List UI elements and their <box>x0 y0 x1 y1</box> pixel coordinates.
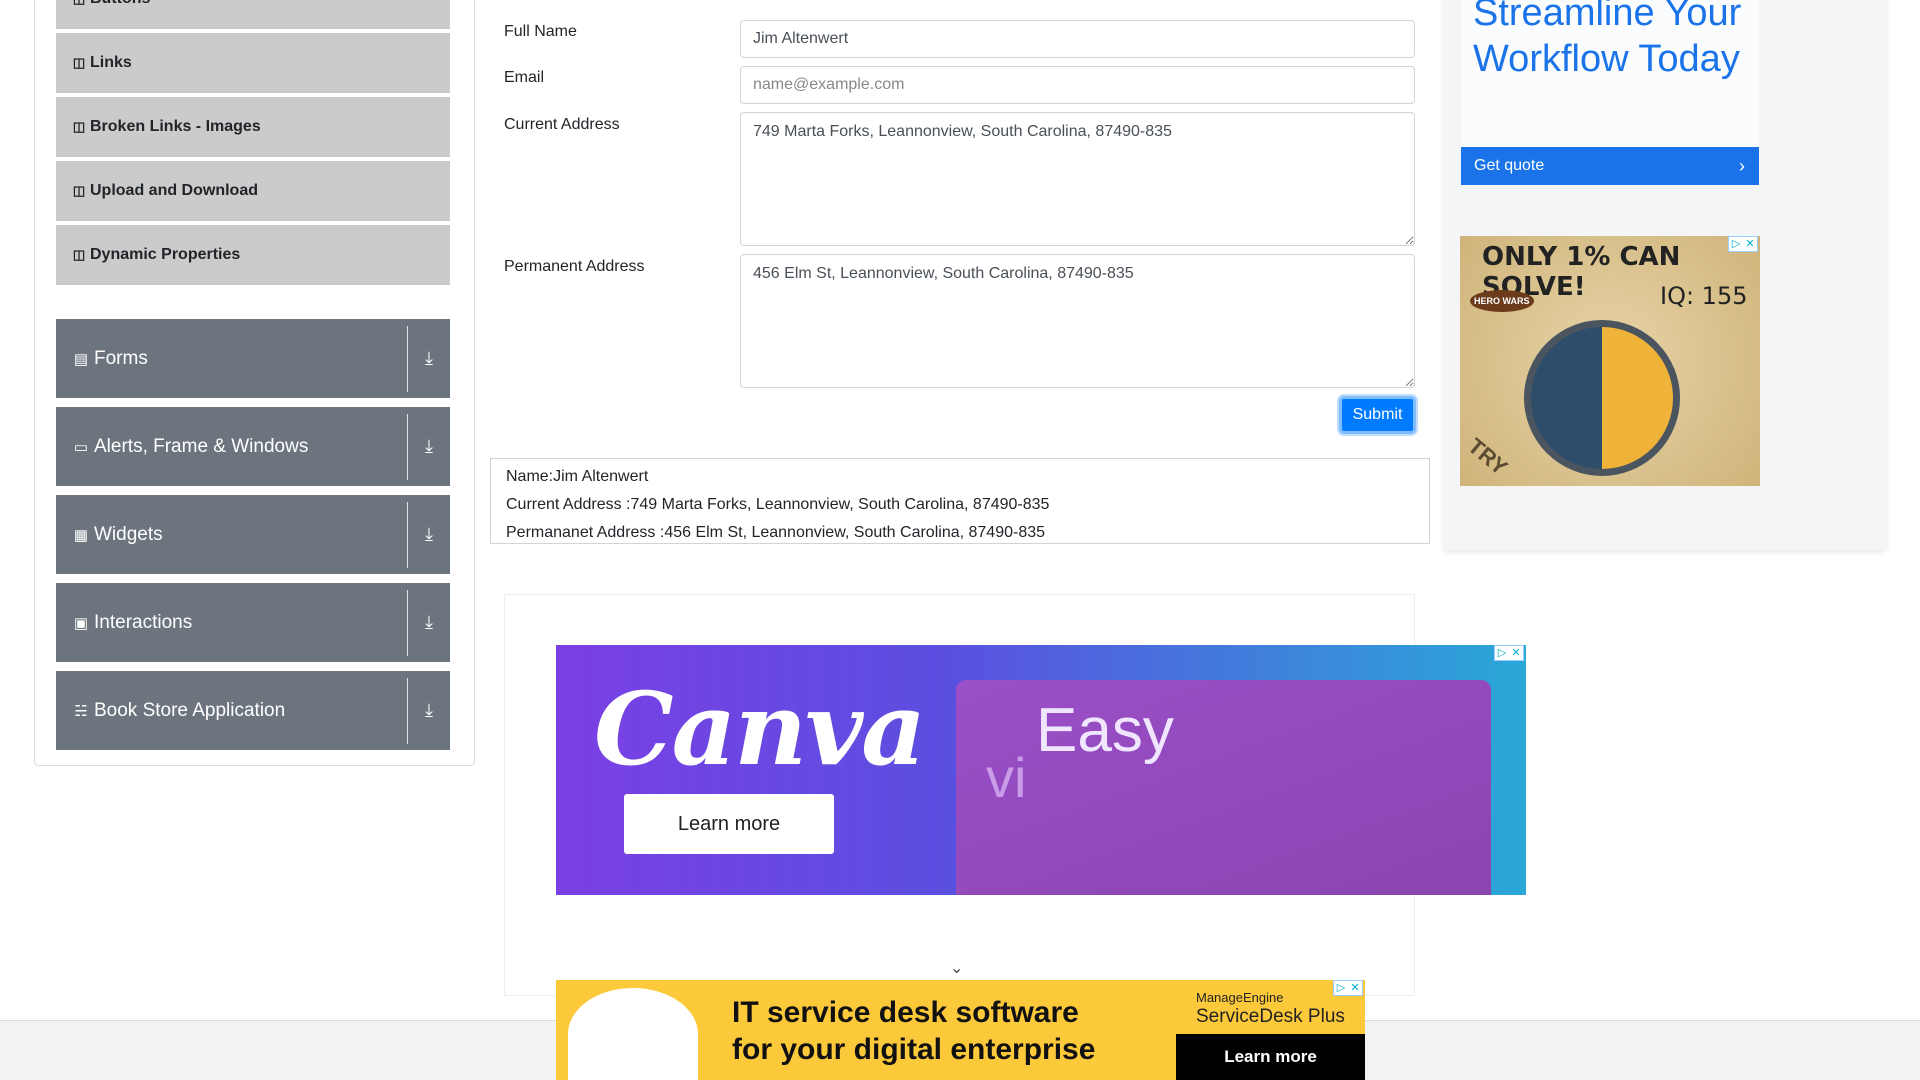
close-icon[interactable]: ✕ <box>1509 646 1523 660</box>
sidebar-item-upload-download[interactable]: ◫ Upload and Download <box>56 161 450 223</box>
submit-button[interactable]: Submit <box>1339 396 1416 434</box>
it-ad-brand: ManageEngine <box>1196 990 1284 1005</box>
sidebar-item-label: Broken Links - Images <box>90 118 261 135</box>
it-ad-headline: IT service desk software for your digita… <box>732 994 1095 1068</box>
sidebar-group-label: Widgets <box>94 523 163 545</box>
output-permanent-address: Permananet Address :456 Elm St, Leannonv… <box>506 524 1046 541</box>
chevron-right-icon: › <box>1739 156 1745 176</box>
sidebar-item-buttons[interactable]: ◫ Buttons <box>56 0 450 31</box>
ad-info-icon[interactable]: ▷ <box>1729 237 1743 251</box>
full-name-input[interactable] <box>740 20 1415 58</box>
canva-vi-text: vi <box>986 746 1027 809</box>
sidebar-item-dynamic-properties[interactable]: ◫ Dynamic Properties <box>56 225 450 287</box>
interactions-icon: ▣ <box>73 614 89 632</box>
sidebar-group-label: Book Store Application <box>94 699 286 721</box>
canva-ad[interactable]: Canva Learn more Easy vi <box>556 645 1526 895</box>
game-ad-iq: IQ: 155 <box>1660 282 1748 310</box>
ad-info-icon[interactable]: ▷ <box>1495 646 1509 660</box>
divider <box>407 501 408 568</box>
page: ◫ Buttons ◫ Links ◫ Broken Links - Image… <box>0 0 1920 1080</box>
html5-icon: ◫ <box>72 247 86 262</box>
output-name: Name:Jim Altenwert <box>506 468 649 485</box>
divider <box>407 413 408 480</box>
full-name-label: Full Name <box>504 23 577 40</box>
current-address-label: Current Address <box>504 116 620 133</box>
books-icon: ☵ <box>74 702 88 720</box>
html5-icon: ◫ <box>72 0 86 7</box>
canva-easy-text: Easy <box>1036 696 1174 765</box>
chevron-down-icon[interactable]: ⌄ <box>950 958 963 978</box>
widgets-icon: ▦ <box>73 526 89 544</box>
sidebar-group-book-store[interactable]: ☵ Book Store Application ⤓ <box>56 671 450 750</box>
permanent-address-textarea[interactable]: 456 Elm St, Leannonview, South Carolina,… <box>740 254 1415 388</box>
game-ad-try: TRY <box>1463 433 1513 481</box>
download-icon[interactable]: ⤓ <box>408 407 450 486</box>
get-quote-label: Get quote <box>1474 157 1545 174</box>
output-box: Name:Jim Altenwert Current Address :749 … <box>490 458 1430 544</box>
ad-info-icon[interactable]: ▷ <box>1334 981 1348 995</box>
sidebar-group-alerts[interactable]: ▭ Alerts, Frame & Windows ⤓ <box>56 407 450 486</box>
canva-learn-more-button[interactable]: Learn more <box>624 794 834 854</box>
it-ad-headline-line: for your digital enterprise <box>732 1033 1096 1066</box>
html5-icon: ◫ <box>72 119 86 134</box>
game-ad-logo: HERO WARS <box>1470 290 1534 312</box>
output-current-address: Current Address :749 Marta Forks, Leanno… <box>506 496 1050 513</box>
ad-illustration <box>568 988 698 1080</box>
workflow-ad[interactable]: Streamline Your Workflow Today Get quote… <box>1461 0 1759 185</box>
it-ad-product: ServiceDesk Plus <box>1196 1006 1345 1027</box>
sidebar-item-links[interactable]: ◫ Links <box>56 33 450 95</box>
close-icon[interactable]: ✕ <box>1743 237 1757 251</box>
sidebar-item-broken-links[interactable]: ◫ Broken Links - Images <box>56 97 450 159</box>
workflow-ad-title: Streamline Your Workflow Today <box>1473 0 1742 80</box>
download-icon[interactable]: ⤓ <box>408 495 450 574</box>
sidebar-group-widgets[interactable]: ▦ Widgets ⤓ <box>56 495 450 574</box>
window-icon: ▭ <box>73 438 89 456</box>
sidebar-group-forms[interactable]: ▤ Forms ⤓ <box>56 319 450 398</box>
game-ad[interactable]: ONLY 1% CAN SOLVE! IQ: 155 HERO WARS TRY <box>1460 236 1760 486</box>
divider <box>407 677 408 744</box>
sidebar: ◫ Buttons ◫ Links ◫ Broken Links - Image… <box>34 0 475 766</box>
email-label: Email <box>504 69 545 86</box>
ad-choices[interactable]: ▷ ✕ <box>1494 645 1524 661</box>
get-quote-button[interactable]: Get quote › <box>1461 147 1759 185</box>
ad-choices[interactable]: ▷ ✕ <box>1728 236 1758 252</box>
sidebar-group-interactions[interactable]: ▣ Interactions ⤓ <box>56 583 450 662</box>
download-icon[interactable]: ⤓ <box>408 671 450 750</box>
ad-choices[interactable]: ▷ ✕ <box>1333 980 1363 996</box>
permanent-address-label: Permanent Address <box>504 258 645 275</box>
download-icon[interactable]: ⤓ <box>408 583 450 662</box>
divider <box>407 325 408 392</box>
html5-icon: ◫ <box>72 55 86 70</box>
puzzle-ring-image <box>1524 320 1680 476</box>
it-ad-headline-line: IT service desk software <box>732 996 1079 1029</box>
sidebar-group-label: Forms <box>94 347 148 369</box>
sidebar-group-label: Alerts, Frame & Windows <box>94 435 309 457</box>
sidebar-item-label: Upload and Download <box>90 182 258 199</box>
email-input[interactable] <box>740 66 1415 104</box>
sidebar-group-label: Interactions <box>94 611 193 633</box>
html5-icon: ◫ <box>72 183 86 198</box>
close-icon[interactable]: ✕ <box>1348 981 1362 995</box>
it-service-ad[interactable]: IT service desk software for your digita… <box>556 980 1365 1080</box>
sidebar-item-label: Links <box>90 54 132 71</box>
form-icon: ▤ <box>73 350 89 368</box>
current-address-textarea[interactable]: 749 Marta Forks, Leannonview, South Caro… <box>740 112 1415 246</box>
canva-logo: Canva <box>594 670 926 788</box>
divider <box>407 589 408 656</box>
sidebar-item-label: Dynamic Properties <box>90 246 241 263</box>
download-icon[interactable]: ⤓ <box>408 319 450 398</box>
sidebar-item-label: Buttons <box>90 0 150 8</box>
it-ad-learn-more-button[interactable]: Learn more <box>1176 1034 1365 1080</box>
